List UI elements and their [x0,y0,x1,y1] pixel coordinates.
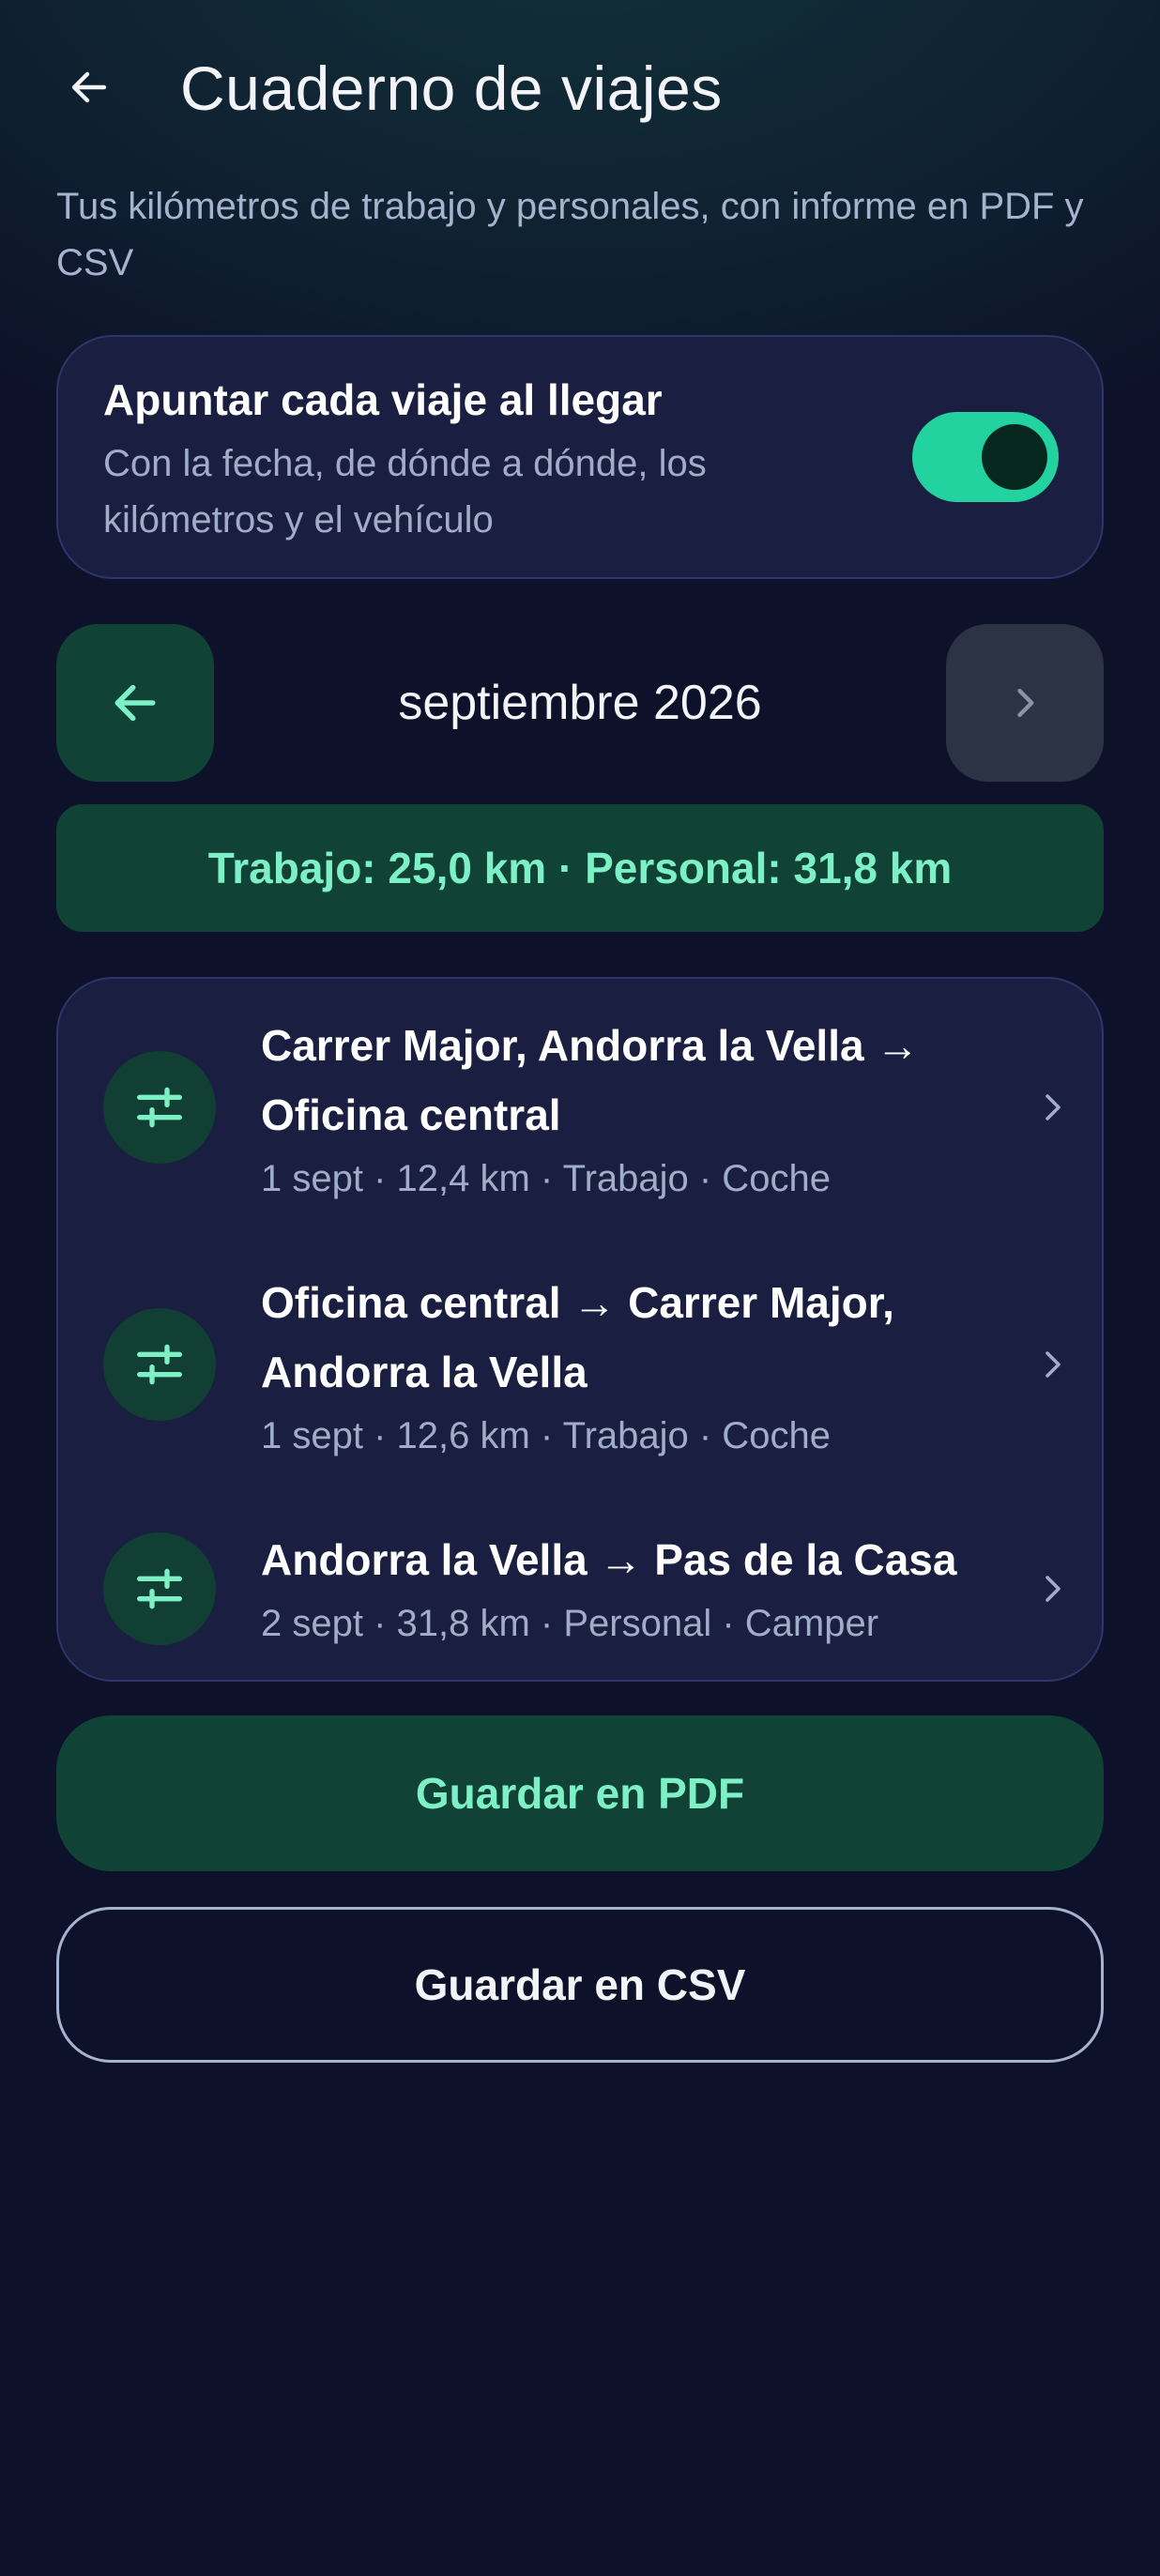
chevron-right-icon [1034,1336,1072,1393]
arrow-left-icon [71,71,107,103]
trip-title: Andorra la Vella → Pas de la Casa [261,1535,957,1584]
trip-item[interactable]: Andorra la Vella → Pas de la Casa 2 sept… [58,1493,1102,1681]
trip-item[interactable]: Oficina central → Carrer Major, Andorra … [58,1236,1102,1493]
page-title: Cuaderno de viajes [180,53,723,123]
save-csv-button[interactable]: Guardar en CSV [56,1907,1104,2063]
auto-log-card: Apuntar cada viaje al llegar Con la fech… [56,335,1104,579]
sliders-icon [103,1532,216,1645]
toggle-knob [982,424,1047,490]
trip-meta: 2 sept · 31,8 km · Personal · Camper [261,1603,879,1644]
trip-title: Oficina central → Carrer Major, Andorra … [261,1278,894,1396]
chevron-right-icon [1034,1079,1072,1136]
previous-month-button[interactable] [56,624,214,782]
sliders-icon [103,1308,216,1421]
chevron-right-icon [1034,1561,1072,1617]
trips-list: Carrer Major, Andorra la Vella → Oficina… [56,977,1104,1682]
chevron-right-icon [1017,688,1034,718]
auto-log-description: Con la fecha, de dónde a dónde, los kiló… [103,443,707,541]
auto-log-toggle[interactable] [912,412,1059,502]
km-summary: Trabajo: 25,0 km · Personal: 31,8 km [56,804,1104,932]
next-month-button[interactable] [946,624,1104,782]
page-subtitle: Tus kilómetros de trabajo y personales, … [56,186,1084,283]
month-label: septiembre 2026 [398,676,762,730]
trip-item[interactable]: Carrer Major, Andorra la Vella → Oficina… [58,979,1102,1236]
save-pdf-button[interactable]: Guardar en PDF [56,1715,1104,1871]
back-button[interactable] [47,45,131,130]
trip-meta: 1 sept · 12,4 km · Trabajo · Coche [261,1158,831,1199]
trip-title: Carrer Major, Andorra la Vella → Oficina… [261,1021,920,1139]
sliders-icon [103,1051,216,1164]
arrow-left-icon [114,684,156,722]
trip-meta: 1 sept · 12,6 km · Trabajo · Coche [261,1415,831,1456]
auto-log-title: Apuntar cada viaje al llegar [103,375,663,424]
